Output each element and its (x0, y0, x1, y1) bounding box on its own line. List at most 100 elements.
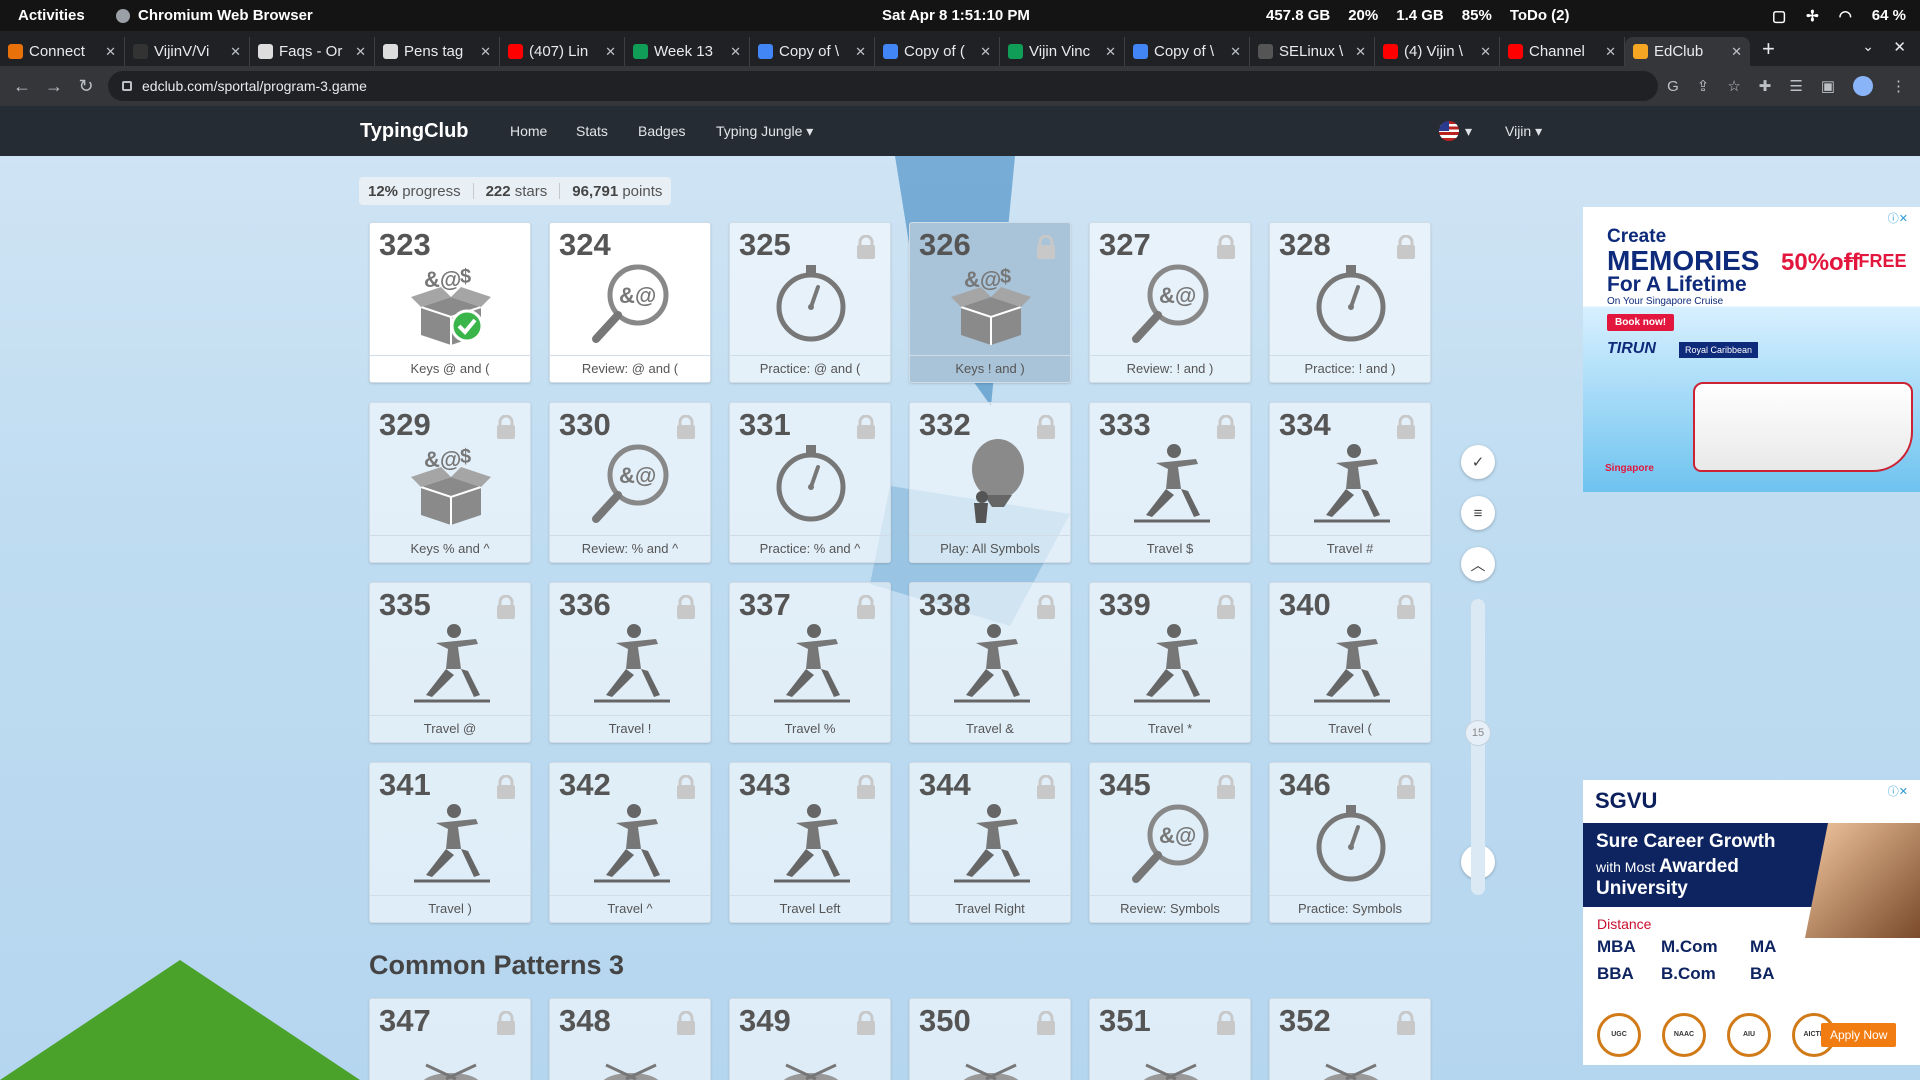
lesson-card[interactable]: 349 (729, 998, 891, 1080)
tab-close-icon[interactable]: ✕ (980, 44, 991, 60)
accessibility-icon[interactable]: ✢ (1806, 7, 1819, 25)
lesson-card[interactable]: 350 (909, 998, 1071, 1080)
nav-home[interactable]: Home (510, 123, 547, 139)
lesson-card[interactable]: 338 Travel & (909, 582, 1071, 743)
system-tray[interactable]: ▢ ✢ ◠ 64 % (1772, 7, 1906, 25)
extensions-icon[interactable]: ✚ (1759, 77, 1772, 95)
tab-close-icon[interactable]: ✕ (1355, 44, 1366, 60)
lesson-card[interactable]: 328 Practice: ! and ) (1269, 222, 1431, 383)
share-icon[interactable]: ⇪ (1697, 77, 1710, 95)
side-panel-icon[interactable]: ▣ (1821, 77, 1835, 95)
new-tab-button[interactable]: + (1762, 36, 1775, 62)
tab-close-icon[interactable]: ✕ (1230, 44, 1241, 60)
lesson-card[interactable]: 329 &@ $ Keys % and ^ (369, 402, 531, 563)
user-menu[interactable]: Vijin ▾ (1505, 123, 1542, 140)
browser-tab[interactable]: VijinV/Vi ✕ (125, 37, 250, 66)
lesson-card[interactable]: 336 Travel ! (549, 582, 711, 743)
tab-close-icon[interactable]: ✕ (355, 44, 366, 60)
lesson-card[interactable]: 339 Travel * (1089, 582, 1251, 743)
forward-icon[interactable]: → (38, 76, 70, 97)
lesson-card[interactable]: 335 Travel @ (369, 582, 531, 743)
ad-university[interactable]: ⓘ✕ SGVU Sure Career Growth with Most Awa… (1583, 780, 1920, 1065)
reload-icon[interactable]: ↻ (70, 76, 102, 97)
tab-close-icon[interactable]: ✕ (1105, 44, 1116, 60)
browser-tab[interactable]: Pens tag ✕ (375, 37, 500, 66)
tab-close-icon[interactable]: ✕ (1731, 44, 1742, 60)
lesson-card[interactable]: 323 &@ $ Keys @ and ( (369, 222, 531, 383)
browser-tab[interactable]: EdClub ✕ (1625, 37, 1750, 66)
ad-info-icon[interactable]: ⓘ✕ (1888, 210, 1908, 226)
todo-indicator[interactable]: ToDo (2) (1510, 7, 1570, 24)
profile-avatar[interactable] (1853, 76, 1873, 96)
browser-tab[interactable]: Week 13 ✕ (625, 37, 750, 66)
activities-button[interactable]: Activities (18, 7, 85, 24)
lesson-card[interactable]: 342 Travel ^ (549, 762, 711, 923)
scroll-track[interactable] (1471, 599, 1485, 895)
lesson-card[interactable]: 344 Travel Right (909, 762, 1071, 923)
tab-close-icon[interactable]: ✕ (105, 44, 116, 60)
browser-tab[interactable]: (4) Vijin \ ✕ (1375, 37, 1500, 66)
lesson-card[interactable]: 331 Practice: % and ^ (729, 402, 891, 563)
lesson-card[interactable]: 340 Travel ( (1269, 582, 1431, 743)
lesson-card[interactable]: 346 Practice: Symbols (1269, 762, 1431, 923)
lesson-card[interactable]: 351 (1089, 998, 1251, 1080)
list-menu-icon[interactable]: ≡ (1461, 496, 1495, 530)
lesson-card[interactable]: 332 Play: All Symbols (909, 402, 1071, 563)
language-caret-icon[interactable]: ▾ (1465, 123, 1472, 140)
browser-tab[interactable]: Vijin Vinc ✕ (1000, 37, 1125, 66)
nav-stats[interactable]: Stats (576, 123, 608, 139)
lesson-card[interactable]: 348 (549, 998, 711, 1080)
lesson-card[interactable]: 345 &@ Review: Symbols (1089, 762, 1251, 923)
lesson-card[interactable]: 341 Travel ) (369, 762, 531, 923)
lesson-card[interactable]: 347 (369, 998, 531, 1080)
browser-tab[interactable]: Copy of \ ✕ (1125, 37, 1250, 66)
ad-cruise[interactable]: ⓘ✕ Create MEMORIES For A Lifetime On You… (1583, 207, 1920, 492)
bookmark-star-icon[interactable]: ☆ (1727, 77, 1740, 95)
lesson-card[interactable]: 352 (1269, 998, 1431, 1080)
lesson-card[interactable]: 337 Travel % (729, 582, 891, 743)
lock-icon[interactable] (122, 81, 132, 91)
back-icon[interactable]: ← (6, 76, 38, 97)
tab-close-icon[interactable]: ✕ (230, 44, 241, 60)
lesson-card[interactable]: 325 Practice: @ and ( (729, 222, 891, 383)
lesson-card[interactable]: 333 Travel $ (1089, 402, 1251, 563)
ad-info-icon[interactable]: ⓘ✕ (1888, 783, 1908, 799)
url-field[interactable]: edclub.com/sportal/program-3.game (108, 71, 1658, 101)
tab-close-icon[interactable]: ✕ (1480, 44, 1491, 60)
app-menu[interactable]: Chromium Web Browser (116, 7, 313, 24)
browser-tab[interactable]: Faqs - Or ✕ (250, 37, 375, 66)
tab-close-icon[interactable]: ✕ (480, 44, 491, 60)
browser-tab[interactable]: SELinux \ ✕ (1250, 37, 1375, 66)
lesson-card[interactable]: 343 Travel Left (729, 762, 891, 923)
ad-apply-button[interactable]: Apply Now (1821, 1023, 1897, 1047)
clipboard-icon[interactable]: ▢ (1772, 7, 1786, 25)
browser-tab[interactable]: Connect ✕ (0, 37, 125, 66)
browser-tab[interactable]: Channel ✕ (1500, 37, 1625, 66)
lesson-card[interactable]: 327 &@ Review: ! and ) (1089, 222, 1251, 383)
google-icon[interactable]: G (1667, 78, 1679, 95)
nav-badges[interactable]: Badges (638, 123, 685, 139)
site-logo[interactable]: TypingClub (360, 120, 469, 143)
browser-tab[interactable]: Copy of \ ✕ (750, 37, 875, 66)
tab-close-icon[interactable]: ✕ (855, 44, 866, 60)
scroll-up-icon[interactable]: ︿ (1461, 547, 1495, 581)
browser-tab[interactable]: Copy of (✕ (875, 37, 1000, 66)
lesson-card[interactable]: 334 Travel # (1269, 402, 1431, 563)
lesson-card[interactable]: 326 &@ $ Keys ! and ) (909, 222, 1071, 383)
cpu-usage: 20% (1348, 7, 1379, 24)
lesson-card[interactable]: 330 &@ Review: % and ^ (549, 402, 711, 563)
clock[interactable]: Sat Apr 8 1:51:10 PM (882, 7, 1030, 24)
window-close-icon[interactable]: ✕ (1893, 38, 1906, 56)
lesson-card[interactable]: 324 &@ Review: @ and ( (549, 222, 711, 383)
browser-tab[interactable]: (407) Lin ✕ (500, 37, 625, 66)
menu-icon[interactable]: ⋮ (1891, 77, 1906, 95)
ad-book-button[interactable]: Book now! (1607, 314, 1675, 331)
tab-search-icon[interactable]: ⌄ (1862, 38, 1874, 55)
tab-close-icon[interactable]: ✕ (605, 44, 616, 60)
nav-typing-jungle[interactable]: Typing Jungle ▾ (716, 123, 813, 140)
check-circle-icon[interactable]: ✓ (1461, 445, 1495, 479)
language-flag-icon[interactable] (1439, 121, 1459, 141)
reading-list-icon[interactable]: ☰ (1789, 77, 1802, 95)
tab-close-icon[interactable]: ✕ (730, 44, 741, 60)
tab-close-icon[interactable]: ✕ (1605, 44, 1616, 60)
